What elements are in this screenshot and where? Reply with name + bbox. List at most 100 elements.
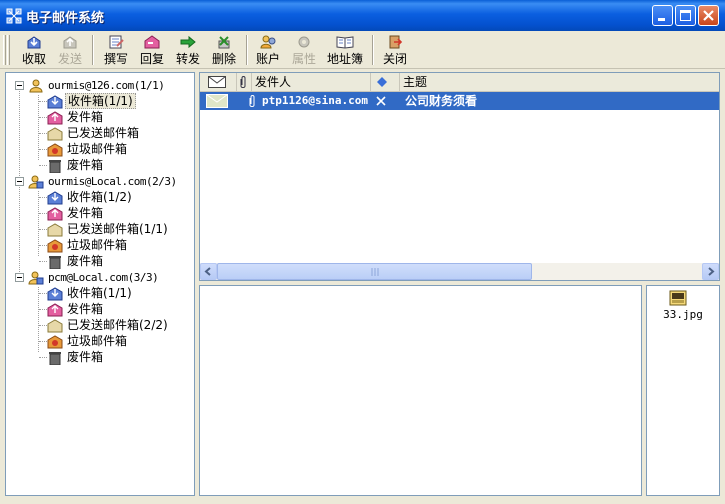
- column-priority[interactable]: [371, 73, 400, 91]
- send-icon: [63, 36, 77, 49]
- collapse-toggle[interactable]: [15, 177, 24, 186]
- maximize-icon: [680, 10, 691, 21]
- account-label: ourmis@Local.com(2/3): [48, 175, 177, 188]
- folder-inbox[interactable]: 收件箱(1/2): [47, 189, 134, 205]
- maximize-button[interactable]: [675, 5, 696, 26]
- minimize-button[interactable]: [652, 5, 673, 26]
- folder-sent[interactable]: 已发送邮件箱: [47, 125, 141, 141]
- folder-label: 废件箱: [67, 158, 104, 172]
- message-list[interactable]: 发件人 主题 ptp1126@sina.com 公司财务须看: [199, 72, 720, 281]
- column-read-status[interactable]: [200, 73, 237, 91]
- sent-icon: [47, 318, 63, 332]
- folder-outbox[interactable]: 发件箱: [47, 301, 105, 317]
- properties-icon: [298, 36, 310, 48]
- arrow-left-icon: [204, 267, 211, 276]
- address-book-label: 地址簿: [326, 52, 363, 66]
- close-app-button[interactable]: 关闭: [379, 34, 411, 66]
- collapse-toggle[interactable]: [15, 81, 24, 90]
- account-node[interactable]: pcm@Local.com(3/3): [28, 269, 160, 285]
- folder-trash[interactable]: 废件箱: [47, 157, 105, 173]
- send-button[interactable]: 发送: [54, 34, 86, 66]
- account-label: pcm@Local.com(3/3): [48, 271, 159, 284]
- tree-connector: [39, 101, 47, 102]
- outbox-icon: [47, 110, 63, 124]
- envelope-icon: [208, 76, 226, 88]
- folder-sent[interactable]: 已发送邮件箱(1/1): [47, 221, 170, 237]
- delete-button[interactable]: 删除: [208, 34, 240, 66]
- trash-icon: [49, 351, 61, 365]
- tree-connector: [39, 293, 47, 294]
- scroll-left-button[interactable]: [200, 263, 217, 280]
- address-book-button[interactable]: 地址簿: [324, 34, 366, 66]
- tree-connector: [38, 95, 39, 160]
- compose-label: 撰写: [103, 52, 128, 66]
- minimize-icon: [658, 18, 665, 21]
- priority-cell: [376, 92, 390, 110]
- receive-button[interactable]: 收取: [18, 34, 50, 66]
- forward-icon: [180, 35, 196, 49]
- folder-trash[interactable]: 废件箱: [47, 349, 105, 365]
- toolbar-separator: [92, 35, 94, 65]
- folder-inbox[interactable]: 收件箱(1/1): [47, 93, 136, 109]
- column-sender[interactable]: 发件人: [252, 73, 371, 91]
- column-attachment[interactable]: [237, 73, 252, 91]
- account-button[interactable]: 账户: [252, 34, 284, 66]
- reply-label: 回复: [139, 52, 164, 66]
- list-header: 发件人 主题: [200, 73, 719, 92]
- collapse-toggle[interactable]: [15, 273, 24, 282]
- app-icon: [6, 8, 22, 24]
- compose-button[interactable]: 撰写: [100, 34, 132, 66]
- folder-sent[interactable]: 已发送邮件箱(2/2): [47, 317, 170, 333]
- reply-button[interactable]: 回复: [136, 34, 168, 66]
- attachment-item[interactable]: 33.jpg: [647, 286, 719, 326]
- forward-label: 转发: [175, 52, 200, 66]
- folder-junk[interactable]: 垃圾邮件箱: [47, 141, 129, 157]
- outbox-icon: [47, 302, 63, 316]
- horizontal-scrollbar[interactable]: [200, 263, 719, 280]
- folder-label: 收件箱(1/2): [67, 190, 132, 204]
- toolbar-separator: [246, 35, 248, 65]
- title-bar[interactable]: 电子邮件系统: [0, 0, 725, 31]
- account-node[interactable]: ourmis@126.com(1/1): [28, 77, 166, 93]
- close-icon: [703, 10, 714, 21]
- tree-connector: [39, 245, 47, 246]
- message-row[interactable]: ptp1126@sina.com 公司财务须看: [200, 92, 719, 110]
- tree-connector: [38, 287, 39, 352]
- folder-label: 已发送邮件箱: [67, 126, 140, 140]
- close-app-icon: [389, 35, 403, 49]
- reply-icon: [144, 35, 160, 49]
- toolbar-grip[interactable]: [3, 35, 6, 65]
- junk-icon: [47, 334, 63, 348]
- folder-outbox[interactable]: 发件箱: [47, 109, 105, 125]
- account-node[interactable]: ourmis@Local.com(2/3): [28, 173, 179, 189]
- forward-button[interactable]: 转发: [172, 34, 204, 66]
- folder-label: 发件箱: [67, 206, 104, 220]
- folder-junk[interactable]: 垃圾邮件箱: [47, 237, 129, 253]
- column-subject[interactable]: 主题: [400, 73, 719, 91]
- toolbar: 收取 发送 撰写 回复 转发 删除 账户 属性 地址簿 关闭: [0, 31, 725, 69]
- local-account-icon: [28, 271, 44, 284]
- tree-connector: [39, 165, 47, 166]
- close-window-button[interactable]: [698, 5, 719, 26]
- folder-label: 废件箱: [67, 350, 104, 364]
- folder-outbox[interactable]: 发件箱: [47, 205, 105, 221]
- junk-icon: [47, 142, 63, 156]
- properties-button[interactable]: 属性: [288, 34, 320, 66]
- paperclip-icon: [240, 76, 246, 88]
- folder-junk[interactable]: 垃圾邮件箱: [47, 333, 129, 349]
- sent-icon: [47, 126, 63, 140]
- folder-tree[interactable]: ourmis@126.com(1/1) 收件箱(1/1) 发件箱 已发送邮件箱 …: [5, 72, 195, 496]
- folder-label: 垃圾邮件箱: [67, 238, 128, 252]
- message-preview-pane[interactable]: [199, 285, 642, 496]
- scroll-right-button[interactable]: [702, 263, 719, 280]
- tree-connector: [39, 357, 47, 358]
- jpg-file-icon: [669, 290, 687, 306]
- tree-connector: [38, 191, 39, 256]
- folder-trash[interactable]: 废件箱: [47, 253, 105, 269]
- attachment-pane[interactable]: 33.jpg: [646, 285, 720, 496]
- toolbar-grip[interactable]: [7, 35, 10, 65]
- scroll-thumb[interactable]: [217, 263, 532, 280]
- send-label: 发送: [57, 52, 82, 66]
- folder-inbox[interactable]: 收件箱(1/1): [47, 285, 134, 301]
- inbox-icon: [47, 286, 63, 300]
